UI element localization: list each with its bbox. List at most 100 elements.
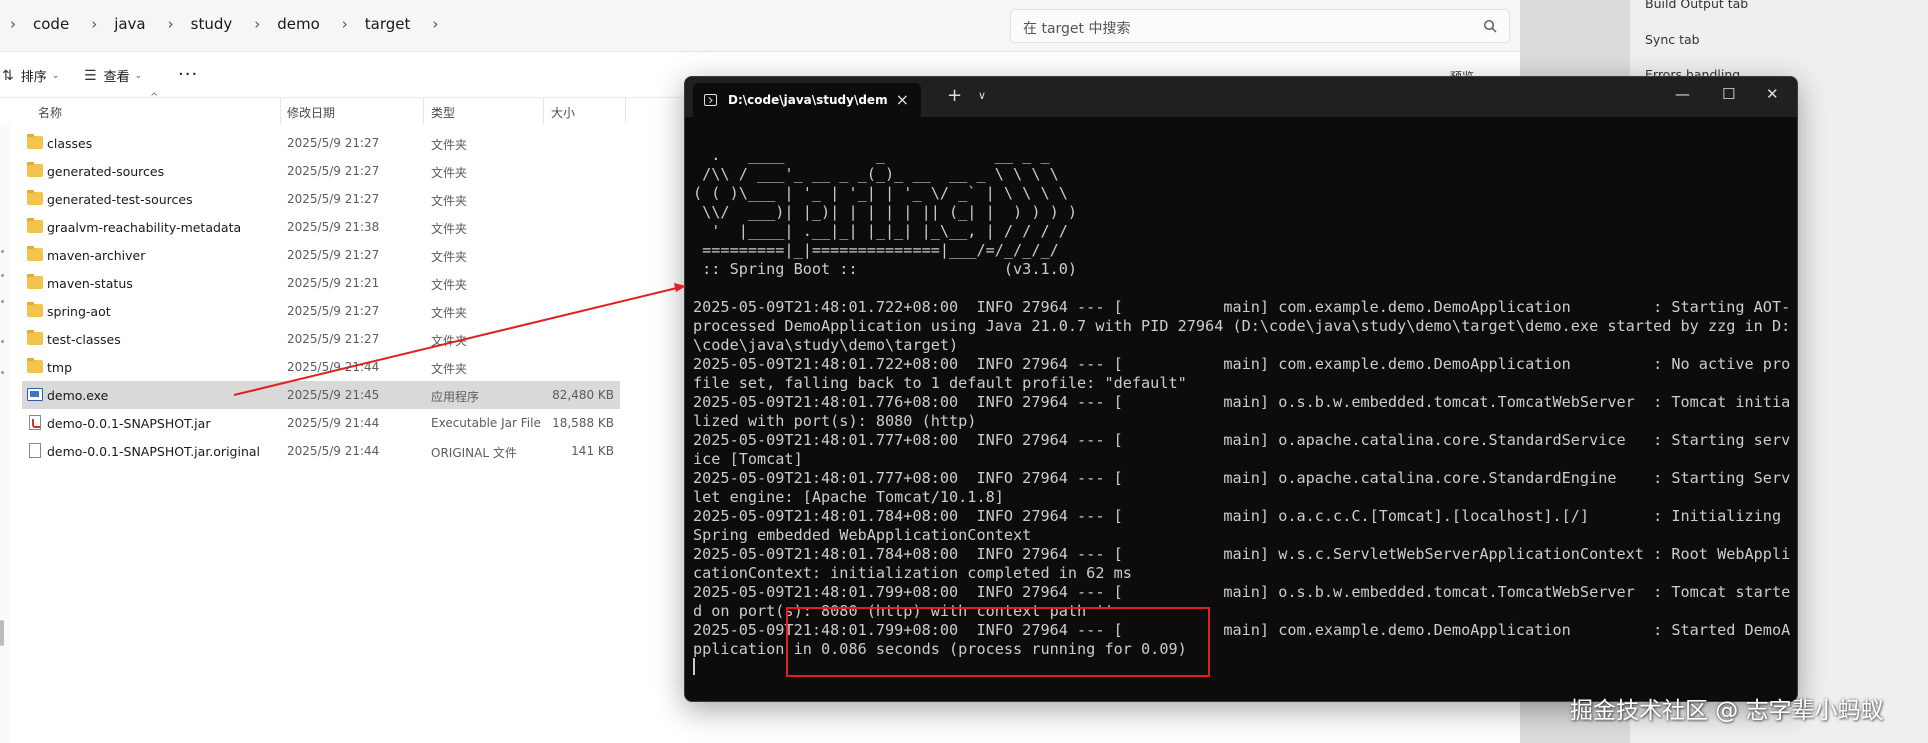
console-line: . ____ _ __ _ _ [693,146,1050,164]
file-date: 2025/5/9 21:21 [287,276,380,290]
file-row[interactable]: demo.exe 2025/5/9 21:45 应用程序 82,480 KB [22,381,620,409]
nav-dot [1,340,4,343]
file-row[interactable]: spring-aot 2025/5/9 21:27 文件夹 [22,297,620,325]
minimize-icon[interactable]: — [1675,85,1690,103]
folder-icon [27,358,43,373]
sort-label: 排序 [20,70,47,85]
file-date: 2025/5/9 21:45 [287,388,380,402]
chevron-right-icon[interactable]: › [168,15,174,33]
chevron-right-icon[interactable]: › [432,15,438,33]
file-row[interactable]: maven-status 2025/5/9 21:21 文件夹 [22,269,620,297]
view-list-icon: ☰ [84,67,97,84]
file-type: 文件夹 [431,194,468,208]
chevron-right-icon[interactable]: › [342,15,348,33]
tab-title: D:\code\java\study\demo\tar [728,93,888,107]
file-row[interactable]: generated-sources 2025/5/9 21:27 文件夹 [22,157,620,185]
close-tab-icon[interactable]: × [896,90,909,109]
breadcrumb-study[interactable]: study [191,15,233,33]
column-name[interactable]: 名称 [38,104,62,121]
breadcrumb-code[interactable]: code [33,15,69,33]
watermark-text: 掘金技术社区 @ 志字辈小蚂蚁 [1570,698,1884,724]
folder-icon [27,330,43,345]
chevron-right-icon[interactable]: › [10,15,16,33]
breadcrumb-demo[interactable]: demo [277,15,320,33]
console-line: 2025-05-09T21:48:01.777+08:00 INFO 27964… [693,469,1791,487]
column-divider[interactable] [423,98,424,124]
folder-icon [27,190,43,205]
file-date: 2025/5/9 21:27 [287,192,380,206]
view-button[interactable]: ☰ 查看 ⌄ [84,66,142,86]
file-row[interactable]: demo-0.0.1-SNAPSHOT.jar.original 2025/5/9… [22,437,620,465]
sort-button[interactable]: ⇅ 排序 ⌄ [2,66,59,86]
terminal-titlebar[interactable]: D:\code\java\study\demo\tar × + ∨ — ☐ ✕ [685,77,1797,117]
console-line: processed DemoApplication using Java 21.… [693,317,1791,335]
column-header: ^ 名称 修改日期 类型 大小 [0,92,630,124]
side-item-sync[interactable]: Sync tab [1645,32,1700,47]
column-divider[interactable] [625,98,626,124]
column-size[interactable]: 大小 [551,104,575,121]
file-type: 文件夹 [431,334,468,348]
file-type: 文件夹 [431,362,468,376]
new-tab-button[interactable]: + [947,85,962,106]
nav-dot [1,274,4,277]
exe-icon [27,388,43,401]
console-line: 2025-05-09T21:48:01.799+08:00 INFO 27964… [693,583,1791,601]
file-row[interactable]: generated-test-sources 2025/5/9 21:27 文件夹 [22,185,620,213]
file-type: ORIGINAL 文件 [431,446,517,460]
navigation-pane-edge [0,124,10,743]
file-row[interactable]: maven-archiver 2025/5/9 21:27 文件夹 [22,241,620,269]
file-type: 文件夹 [431,166,468,180]
column-type[interactable]: 类型 [431,104,455,121]
sort-ascending-icon: ^ [150,92,159,103]
address-bar[interactable]: › code › java › study › demo › target › … [0,0,1520,52]
text-cursor [693,658,695,675]
terminal-tab[interactable]: D:\code\java\study\demo\tar × [693,83,921,117]
file-row[interactable]: demo-0.0.1-SNAPSHOT.jar 2025/5/9 21:44 Exe… [22,409,620,437]
file-name: graalvm-reachability-metadata [47,220,242,235]
close-window-icon[interactable]: ✕ [1766,85,1779,103]
file-name: demo.exe [47,388,109,403]
folder-icon [27,162,43,177]
breadcrumb-java[interactable]: java [114,15,145,33]
console-line: ' |____| .__|_| |_|_| |_\__, | / / / / [693,222,1068,240]
folder-icon [27,302,43,317]
file-name: maven-status [47,276,133,291]
console-line: Spring embedded WebApplicationContext [693,526,1032,544]
console-line: ( ( )\___ | '_ | '_| | '_ \/ _` | \ \ \ … [693,184,1068,202]
column-date[interactable]: 修改日期 [287,104,335,121]
maximize-icon[interactable]: ☐ [1722,85,1735,103]
breadcrumb: › code › java › study › demo › target › [10,15,455,33]
file-row[interactable]: graalvm-reachability-metadata 2025/5/9 21… [22,213,620,241]
file-name: maven-archiver [47,248,146,263]
file-list: classes 2025/5/9 21:27 文件夹 generated-source… [22,129,620,465]
file-size: 141 KB [571,444,614,458]
column-divider[interactable] [280,98,281,124]
console-line: let engine: [Apache Tomcat/10.1.8] [693,488,1004,506]
file-type: 应用程序 [431,390,480,404]
file-type: 文件夹 [431,138,468,152]
console-line: ice [Tomcat] [693,450,803,468]
file-type: 文件夹 [431,278,468,292]
file-date: 2025/5/9 21:27 [287,136,380,150]
console-line: 2025-05-09T21:48:01.777+08:00 INFO 27964… [693,431,1791,449]
more-options-button[interactable]: ··· [178,64,198,85]
file-row[interactable]: test-classes 2025/5/9 21:27 文件夹 [22,325,620,353]
nav-dot [1,300,4,303]
search-placeholder: 在 target 中搜索 [1023,21,1131,37]
file-row[interactable]: tmp 2025/5/9 21:44 文件夹 [22,353,620,381]
console-output[interactable]: . ____ _ __ _ _ /\\ / ___'_ __ _ _(_)_ _… [693,127,1793,659]
console-line: 2025-05-09T21:48:01.722+08:00 INFO 27964… [693,355,1791,373]
side-item-build-output[interactable]: Build Output tab [1645,0,1748,11]
console-line: :: Spring Boot :: (v3.1.0) [693,260,1078,278]
file-name: classes [47,136,93,151]
file-row[interactable]: classes 2025/5/9 21:27 文件夹 [22,129,620,157]
console-line: 2025-05-09T21:48:01.722+08:00 INFO 27964… [693,298,1791,316]
breadcrumb-target[interactable]: target [365,15,411,33]
search-input[interactable]: 在 target 中搜索 [1010,9,1510,43]
tab-dropdown-button[interactable]: ∨ [978,89,986,102]
scrollbar-thumb[interactable] [0,620,4,646]
chevron-right-icon[interactable]: › [254,15,260,33]
chevron-right-icon[interactable]: › [91,15,97,33]
highlight-box [786,607,1210,677]
column-divider[interactable] [543,98,544,124]
